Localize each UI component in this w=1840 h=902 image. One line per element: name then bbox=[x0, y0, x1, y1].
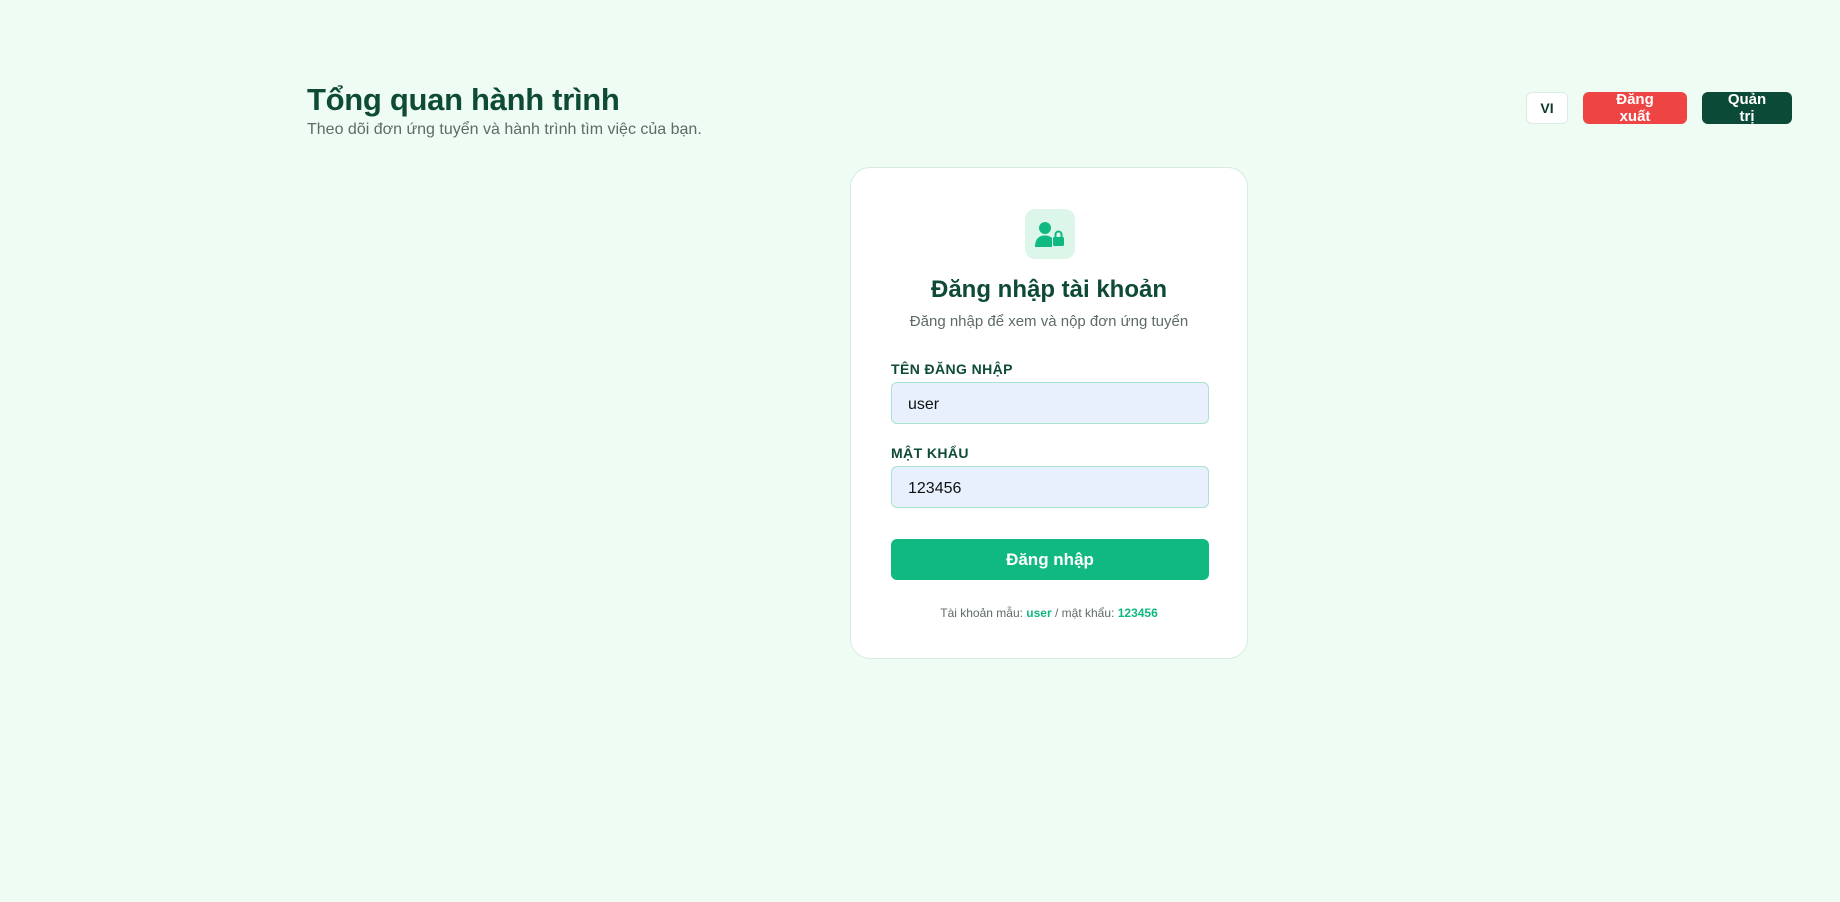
language-button[interactable]: VI bbox=[1526, 92, 1568, 124]
username-input[interactable] bbox=[891, 382, 1209, 424]
password-label: MẬT KHẨU bbox=[891, 445, 969, 461]
hint-account-value: user bbox=[1026, 606, 1052, 620]
sample-account-hint: Tài khoản mẫu: user / mật khẩu: 123456 bbox=[851, 606, 1247, 620]
login-card: Đăng nhập tài khoản Đăng nhập để xem và … bbox=[850, 167, 1248, 659]
login-subtitle: Đăng nhập để xem và nộp đơn ứng tuyển bbox=[909, 313, 1189, 330]
page-header: Tổng quan hành trình Theo dõi đơn ứng tu… bbox=[307, 80, 702, 140]
password-input[interactable] bbox=[891, 466, 1209, 508]
top-actions: VI Đăng xuất Quản trị bbox=[1526, 91, 1792, 125]
hint-account-prefix: Tài khoản mẫu: bbox=[940, 606, 1023, 620]
hint-password-prefix: / mật khẩu: bbox=[1055, 606, 1115, 620]
logout-button[interactable]: Đăng xuất bbox=[1583, 91, 1687, 125]
login-title: Đăng nhập tài khoản bbox=[930, 276, 1167, 303]
page-title: Tổng quan hành trình bbox=[307, 82, 620, 117]
hint-password-value: 123456 bbox=[1117, 606, 1158, 620]
username-label: TÊN ĐĂNG NHẬP bbox=[891, 361, 1013, 377]
page-subtitle: Theo dõi đơn ứng tuyển và hành trình tìm… bbox=[307, 121, 702, 138]
admin-button[interactable]: Quản trị bbox=[1702, 91, 1792, 125]
user-lock-icon bbox=[1025, 209, 1075, 259]
login-button[interactable]: Đăng nhập bbox=[891, 539, 1209, 580]
